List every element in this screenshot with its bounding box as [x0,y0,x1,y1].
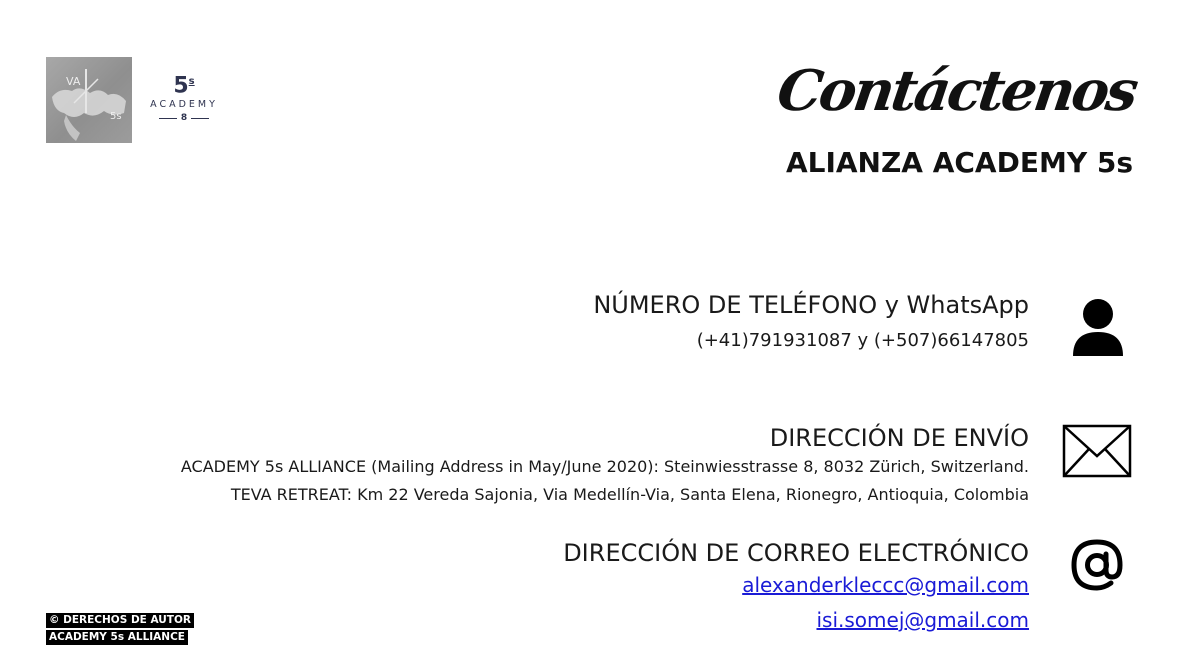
phone-numbers: (+41)791931087 y (+507)66147805 [696,330,1029,351]
logo-academy-text: ACADEMY [150,99,218,111]
copyright-line-2: ACADEMY 5s ALLIANCE [46,630,188,645]
address-line-2: TEVA RETREAT: Km 22 Vereda Sajonia, Via … [230,485,1029,504]
email-heading: DIRECCIÓN DE CORREO ELECTRÓNICO [563,539,1029,567]
logo-rule: 8 [142,112,226,124]
phone-section: NÚMERO DE TELÉFONO y WhatsApp (+41)79193… [593,290,1029,356]
page-title: Contáctenos [773,58,1140,124]
address-heading: DIRECCIÓN DE ENVÍO [769,424,1029,452]
address-line-1: ACADEMY 5s ALLIANCE (Mailing Address in … [180,457,1029,476]
world-map-collage-icon: VA 5s [52,69,126,141]
logo-five: 5s [173,73,195,99]
envelope-icon [1062,424,1132,478]
logo-image: VA 5s [46,57,132,143]
email-link-1[interactable]: alexanderkleccc@gmail.com [563,568,1029,603]
copyright-notice: © DERECHOS DE AUTOR ACADEMY 5s ALLIANCE [46,613,194,647]
copyright-line-1: © DERECHOS DE AUTOR [46,613,194,628]
email-section: DIRECCIÓN DE CORREO ELECTRÓNICO alexande… [563,538,1029,638]
phone-heading: NÚMERO DE TELÉFONO y WhatsApp [593,291,1029,319]
email-link-2[interactable]: isi.somej@gmail.com [563,603,1029,638]
svg-text:VA: VA [66,75,81,88]
person-icon [1071,298,1125,358]
address-section: DIRECCIÓN DE ENVÍO ACADEMY 5s ALLIANCE (… [181,423,1029,509]
page-subtitle: ALIANZA ACADEMY 5s [785,146,1133,179]
svg-text:5s: 5s [110,111,122,122]
academy-5s-logo: 5s ACADEMY 8 [142,70,226,126]
at-sign-icon [1067,535,1127,595]
